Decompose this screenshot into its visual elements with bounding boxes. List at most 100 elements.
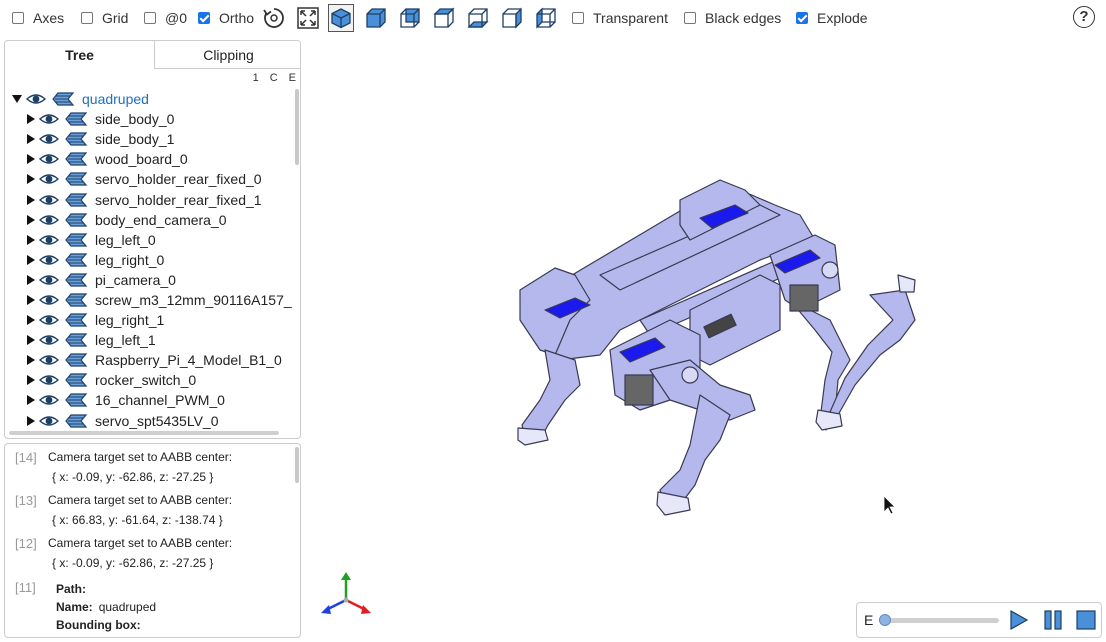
rear-view-button[interactable] (397, 4, 423, 32)
shape-visibility-icon[interactable] (51, 92, 75, 106)
shape-visibility-icon[interactable] (64, 373, 88, 387)
visibility-eye-icon[interactable] (39, 373, 59, 387)
tree-row[interactable]: servo_holder_rear_fixed_1 (5, 189, 295, 209)
shape-visibility-icon[interactable] (64, 112, 88, 126)
shape-visibility-icon[interactable] (64, 192, 88, 207)
tree-row[interactable]: 16_channel_PWM_0 (5, 390, 295, 410)
shape-visibility-icon[interactable] (64, 233, 88, 247)
bottom-view-button[interactable] (465, 4, 491, 32)
shape-visibility-icon[interactable] (64, 313, 88, 327)
shape-visibility-icon[interactable] (64, 172, 88, 187)
reset-view-button[interactable] (261, 4, 287, 32)
expand-triangle-icon[interactable] (27, 254, 35, 265)
shape-visibility-icon[interactable] (64, 213, 88, 227)
tree-row[interactable]: servo_spt5435LV_0 (5, 411, 295, 431)
visibility-eye-icon[interactable] (39, 233, 59, 247)
shape-visibility-icon[interactable] (64, 273, 88, 287)
visibility-eye-icon[interactable] (39, 213, 59, 227)
visibility-eye-icon[interactable] (39, 273, 59, 287)
tree-vertical-scrollbar[interactable] (295, 89, 299, 165)
shape-visibility-icon[interactable] (64, 132, 88, 146)
tree-row[interactable]: leg_left_1 (5, 330, 295, 350)
tree-item-label[interactable]: leg_right_0 (95, 252, 164, 268)
tree-item-label[interactable]: pi_camera_0 (95, 272, 176, 288)
tree-row[interactable]: body_end_camera_0 (5, 210, 295, 230)
visibility-eye-icon[interactable] (39, 393, 59, 407)
expand-triangle-icon[interactable] (27, 375, 35, 386)
visibility-eye-icon[interactable] (39, 414, 59, 428)
visibility-eye-icon[interactable] (39, 193, 59, 207)
transparent-check-box[interactable] (572, 12, 584, 24)
help-button[interactable]: ? (1073, 6, 1095, 28)
expand-triangle-icon[interactable] (27, 214, 35, 225)
pause-button[interactable] (1043, 610, 1063, 630)
black-edges-checkbox[interactable]: Black edges (684, 9, 781, 27)
tree-row[interactable]: side_body_1 (5, 129, 295, 149)
tree-item-label[interactable]: leg_right_1 (95, 312, 164, 328)
quadruped-model[interactable] (517, 179, 916, 516)
expand-triangle-icon[interactable] (27, 154, 35, 165)
tree-item-label[interactable]: screw_m3_12mm_90116A157_ (95, 292, 292, 308)
tree-item-label[interactable]: Raspberry_Pi_4_Model_B1_0 (95, 352, 282, 368)
at0-checkbox[interactable]: @0 (144, 9, 187, 27)
ortho-checkbox[interactable]: Ortho (198, 9, 254, 27)
visibility-eye-icon[interactable] (39, 313, 59, 327)
at0-check-box[interactable] (144, 12, 156, 24)
top-view-button[interactable] (431, 4, 457, 32)
shape-visibility-icon[interactable] (64, 293, 88, 307)
shape-visibility-icon[interactable] (64, 413, 88, 428)
tree-item-label[interactable]: body_end_camera_0 (95, 212, 227, 228)
expand-triangle-icon[interactable] (27, 234, 35, 245)
expand-triangle-icon[interactable] (27, 274, 35, 285)
tab-clipping[interactable]: Clipping (154, 41, 300, 69)
collapse-triangle-icon[interactable] (12, 95, 22, 104)
front-view-button[interactable] (363, 4, 389, 32)
black-edges-check-box[interactable] (684, 12, 696, 24)
animation-slider-track[interactable] (881, 618, 999, 623)
tree-item-label[interactable]: wood_board_0 (95, 151, 188, 167)
tab-tree[interactable]: Tree (5, 41, 154, 69)
grid-checkbox[interactable]: Grid (81, 9, 128, 27)
tree-item-label[interactable]: quadruped (82, 91, 149, 107)
left-view-button[interactable] (499, 4, 525, 32)
axes-checkbox[interactable]: Axes (12, 9, 64, 27)
grid-check-box[interactable] (81, 12, 93, 24)
axes-check-box[interactable] (12, 12, 24, 24)
stop-button[interactable] (1076, 610, 1096, 630)
tree-row[interactable]: screw_m3_12mm_90116A157_ (5, 290, 295, 310)
tree-row[interactable]: leg_right_0 (5, 250, 295, 270)
visibility-eye-icon[interactable] (39, 172, 59, 186)
shape-visibility-icon[interactable] (64, 353, 88, 367)
iso-view-button[interactable] (328, 4, 354, 32)
shape-visibility-icon[interactable] (64, 333, 88, 347)
log-vertical-scrollbar[interactable] (295, 447, 299, 483)
play-button[interactable] (1009, 610, 1029, 630)
visibility-eye-icon[interactable] (26, 92, 46, 106)
visibility-eye-icon[interactable] (39, 353, 59, 367)
ortho-check-box[interactable] (198, 12, 210, 24)
tree-row[interactable]: servo_holder_rear_fixed_0 (5, 169, 295, 189)
transparent-checkbox[interactable]: Transparent (572, 9, 668, 27)
3d-viewport[interactable] (305, 40, 1106, 642)
expand-triangle-icon[interactable] (27, 335, 35, 346)
visibility-eye-icon[interactable] (39, 112, 59, 126)
expand-triangle-icon[interactable] (27, 114, 35, 125)
tree-item-label[interactable]: servo_holder_rear_fixed_0 (95, 171, 262, 187)
tree-item-label[interactable]: side_body_1 (95, 131, 174, 147)
visibility-eye-icon[interactable] (39, 253, 59, 267)
expand-triangle-icon[interactable] (27, 174, 35, 185)
tree-item-label[interactable]: leg_left_1 (95, 332, 156, 348)
tree-row[interactable]: Raspberry_Pi_4_Model_B1_0 (5, 350, 295, 370)
expand-triangle-icon[interactable] (27, 315, 35, 326)
tree-row[interactable]: side_body_0 (5, 109, 295, 129)
tree-row[interactable]: rocker_switch_0 (5, 370, 295, 390)
visibility-eye-icon[interactable] (39, 333, 59, 347)
tree-item-label[interactable]: servo_spt5435LV_0 (95, 413, 219, 429)
visibility-eye-icon[interactable] (39, 293, 59, 307)
fit-view-button[interactable] (295, 4, 321, 32)
shape-visibility-icon[interactable] (64, 152, 88, 166)
tree-row[interactable]: pi_camera_0 (5, 270, 295, 290)
expand-triangle-icon[interactable] (27, 395, 35, 406)
tree-row[interactable]: leg_right_1 (5, 310, 295, 330)
expand-triangle-icon[interactable] (27, 294, 35, 305)
